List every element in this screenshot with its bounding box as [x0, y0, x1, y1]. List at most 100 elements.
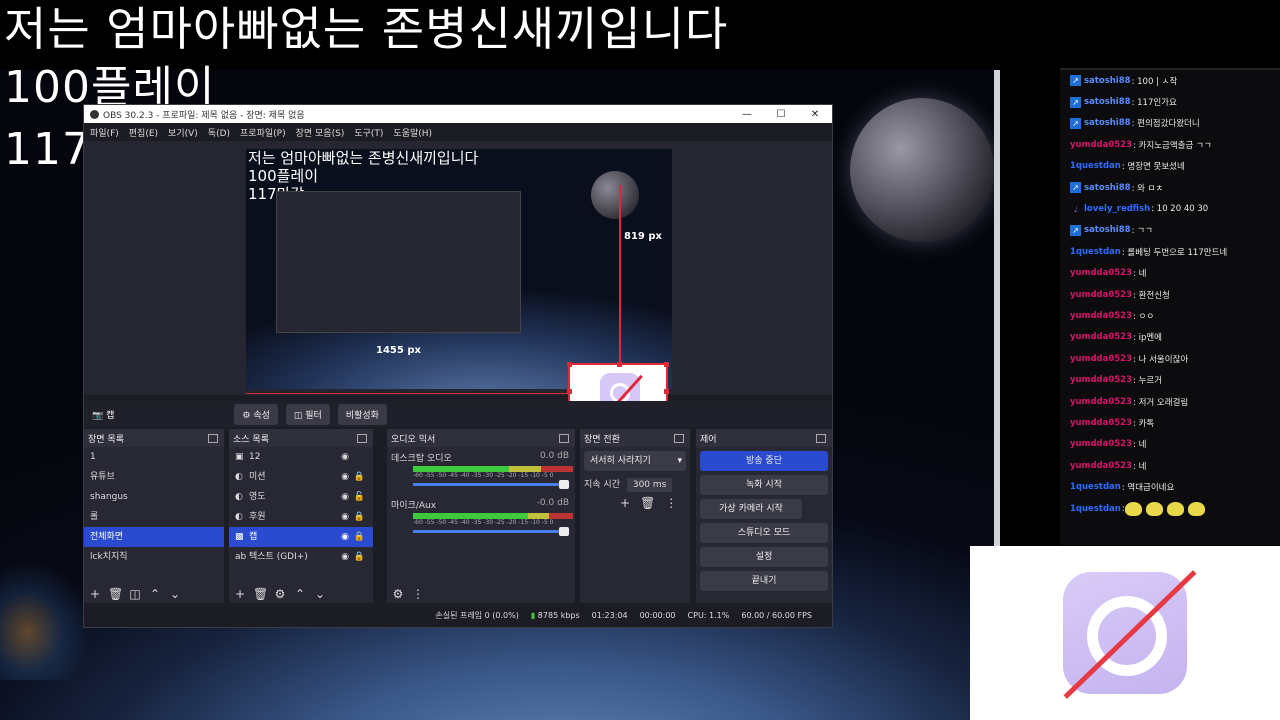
source-item[interactable]: ◐ 영도 ◉ 🔓	[229, 487, 373, 507]
menu-file[interactable]: 파일(F)	[90, 126, 119, 139]
add-icon[interactable]: +	[88, 587, 102, 601]
start-recording-button[interactable]: 녹화 시작	[700, 475, 828, 495]
chat-username[interactable]: 1questdan	[1070, 161, 1121, 171]
menu-profile[interactable]: 프로파일(P)	[240, 126, 286, 139]
up-icon[interactable]: ⌃	[293, 587, 307, 601]
lock-icon[interactable]: 🔒	[354, 467, 365, 487]
chat-username[interactable]: 1questdan	[1070, 482, 1121, 492]
transitions-dock-title: 장면 전환	[580, 429, 690, 447]
unlock-icon[interactable]: 🔓	[354, 487, 365, 507]
chat-username[interactable]: satoshi88	[1084, 183, 1131, 193]
down-icon[interactable]: ⌄	[168, 587, 182, 601]
duration-input[interactable]: 300 ms	[626, 478, 673, 492]
camera-app-icon	[1063, 572, 1187, 694]
signal-icon: ▮	[530, 610, 536, 620]
studio-mode-button[interactable]: 스튜디오 모드	[700, 523, 828, 543]
chat-username[interactable]: yumdda0523	[1070, 439, 1132, 449]
chat-username[interactable]: 1questdan	[1070, 504, 1121, 514]
gear-icon[interactable]: ⚙	[391, 587, 405, 601]
filter-icon[interactable]: ◫	[128, 587, 142, 601]
chat-username[interactable]: yumdda0523	[1070, 397, 1132, 407]
stop-streaming-button[interactable]: 방송 중단	[700, 451, 828, 471]
chat-username[interactable]: yumdda0523	[1070, 311, 1132, 321]
menu-docks[interactable]: 독(D)	[208, 126, 230, 139]
trash-icon[interactable]: 🗑	[253, 587, 268, 601]
menu-scene-collection[interactable]: 장면 모음(S)	[296, 126, 345, 139]
chat-username[interactable]: yumdda0523	[1070, 268, 1132, 278]
eye-icon[interactable]: ◉	[341, 447, 349, 467]
preview-canvas[interactable]: 저는 엄마아빠없는 존병신새끼입니다 100플레이 117마감 819 px 1…	[246, 149, 672, 389]
chat-username[interactable]: yumdda0523	[1070, 140, 1132, 150]
exit-button[interactable]: 끝내기	[700, 571, 828, 591]
chat-username[interactable]: lovely_redfish	[1084, 204, 1150, 214]
chat-username[interactable]: yumdda0523	[1070, 461, 1132, 471]
trash-icon[interactable]: 🗑	[640, 496, 655, 510]
chat-username[interactable]: yumdda0523	[1070, 332, 1132, 342]
deactivate-button[interactable]: 비활성화	[337, 403, 387, 425]
eye-icon[interactable]: ◉	[341, 487, 349, 507]
mixer-toolbar: ⚙ ⋮	[391, 587, 425, 601]
add-icon[interactable]: +	[620, 496, 630, 510]
chat-username[interactable]: satoshi88	[1084, 118, 1131, 128]
eye-icon[interactable]: ◉	[341, 507, 349, 527]
chat-message: yumdda0523: 환전신청	[1060, 284, 1280, 305]
subscriber-badge-icon: ↗	[1070, 117, 1081, 129]
chat-message: yumdda0523: ㅇㅇ	[1060, 305, 1280, 326]
obs-preview[interactable]: 저는 엄마아빠없는 존병신새끼입니다 100플레이 117마감 819 px 1…	[84, 141, 832, 422]
selected-source-label: 📷 캡	[92, 410, 115, 421]
chat-username[interactable]: yumdda0523	[1070, 290, 1132, 300]
maximize-icon[interactable]: ☐	[764, 105, 798, 123]
menu-edit[interactable]: 편집(E)	[129, 126, 158, 139]
up-icon[interactable]: ⌃	[148, 587, 162, 601]
more-icon[interactable]: ⋮	[665, 496, 677, 510]
chat-username[interactable]: yumdda0523	[1070, 375, 1132, 385]
trash-icon[interactable]: 🗑	[108, 587, 123, 601]
filters-button[interactable]: ◫ 필터	[285, 403, 330, 425]
lock-icon[interactable]: 🔒	[354, 547, 365, 567]
start-virtual-camera-button[interactable]: 가상 카메라 시작	[700, 499, 802, 519]
source-item[interactable]: ▣ 12 ◉	[229, 447, 373, 467]
lock-icon[interactable]: 🔒	[354, 507, 365, 527]
down-icon[interactable]: ⌄	[313, 587, 327, 601]
chat-username[interactable]: satoshi88	[1084, 225, 1131, 235]
chat-message: 1questdan: 롤베팅 두번으로 117만드네	[1060, 241, 1280, 262]
transition-select[interactable]: 서서히 사라지기 ▾	[584, 451, 686, 471]
volume-slider[interactable]	[413, 527, 569, 536]
chat-username[interactable]: satoshi88	[1084, 97, 1131, 107]
settings-button[interactable]: 설정	[700, 547, 828, 567]
scene-item-selected[interactable]: 전체화면	[84, 527, 224, 547]
scene-item[interactable]: lck치지직	[84, 547, 224, 567]
source-item-selected[interactable]: ▩ 캡 ◉ 🔒	[229, 527, 373, 547]
rec-time: 00:00:00	[639, 610, 676, 620]
gear-icon[interactable]: ⚙	[273, 587, 287, 601]
guide-line-horizontal	[246, 393, 568, 394]
eye-icon[interactable]: ◉	[341, 547, 349, 567]
scene-item[interactable]: shangus	[84, 487, 224, 507]
menu-help[interactable]: 도움말(H)	[393, 126, 432, 139]
chat-username[interactable]: yumdda0523	[1070, 354, 1132, 364]
menu-tools[interactable]: 도구(T)	[354, 126, 383, 139]
more-icon[interactable]: ⋮	[411, 587, 425, 601]
chat-username[interactable]: 1questdan	[1070, 247, 1121, 257]
obs-menubar: 파일(F) 편집(E) 보기(V) 독(D) 프로파일(P) 장면 모음(S) …	[84, 123, 832, 141]
obs-titlebar[interactable]: OBS 30.2.3 - 프로파일: 제목 없음 - 장면: 제목 없음 — ☐…	[84, 105, 832, 123]
source-item[interactable]: ◐ 후원 ◉ 🔒	[229, 507, 373, 527]
source-item[interactable]: ab 텍스트 (GDI+) ◉ 🔒	[229, 547, 373, 567]
eye-icon[interactable]: ◉	[341, 527, 349, 547]
menu-view[interactable]: 보기(V)	[168, 126, 198, 139]
obs-docks: 장면 목록 1 유튜브 shangus 롤 전체화면 lck치지직 + 🗑 ◫ …	[84, 429, 832, 603]
scene-item[interactable]: 롤	[84, 507, 224, 527]
volume-slider[interactable]	[413, 480, 569, 489]
eye-icon[interactable]: ◉	[341, 467, 349, 487]
scene-item[interactable]: 1	[84, 447, 224, 467]
chat-username[interactable]: satoshi88	[1084, 76, 1131, 86]
minimize-icon[interactable]: —	[730, 105, 764, 123]
bitrate: ▮ 8785 kbps	[530, 610, 580, 620]
add-icon[interactable]: +	[233, 587, 247, 601]
source-item[interactable]: ◐ 미션 ◉ 🔒	[229, 467, 373, 487]
scene-item[interactable]: 유튜브	[84, 467, 224, 487]
close-icon[interactable]: ✕	[798, 105, 832, 123]
chat-username[interactable]: yumdda0523	[1070, 418, 1132, 428]
properties-button[interactable]: ⚙ 속성	[234, 403, 278, 425]
lock-icon[interactable]: 🔒	[354, 527, 365, 547]
